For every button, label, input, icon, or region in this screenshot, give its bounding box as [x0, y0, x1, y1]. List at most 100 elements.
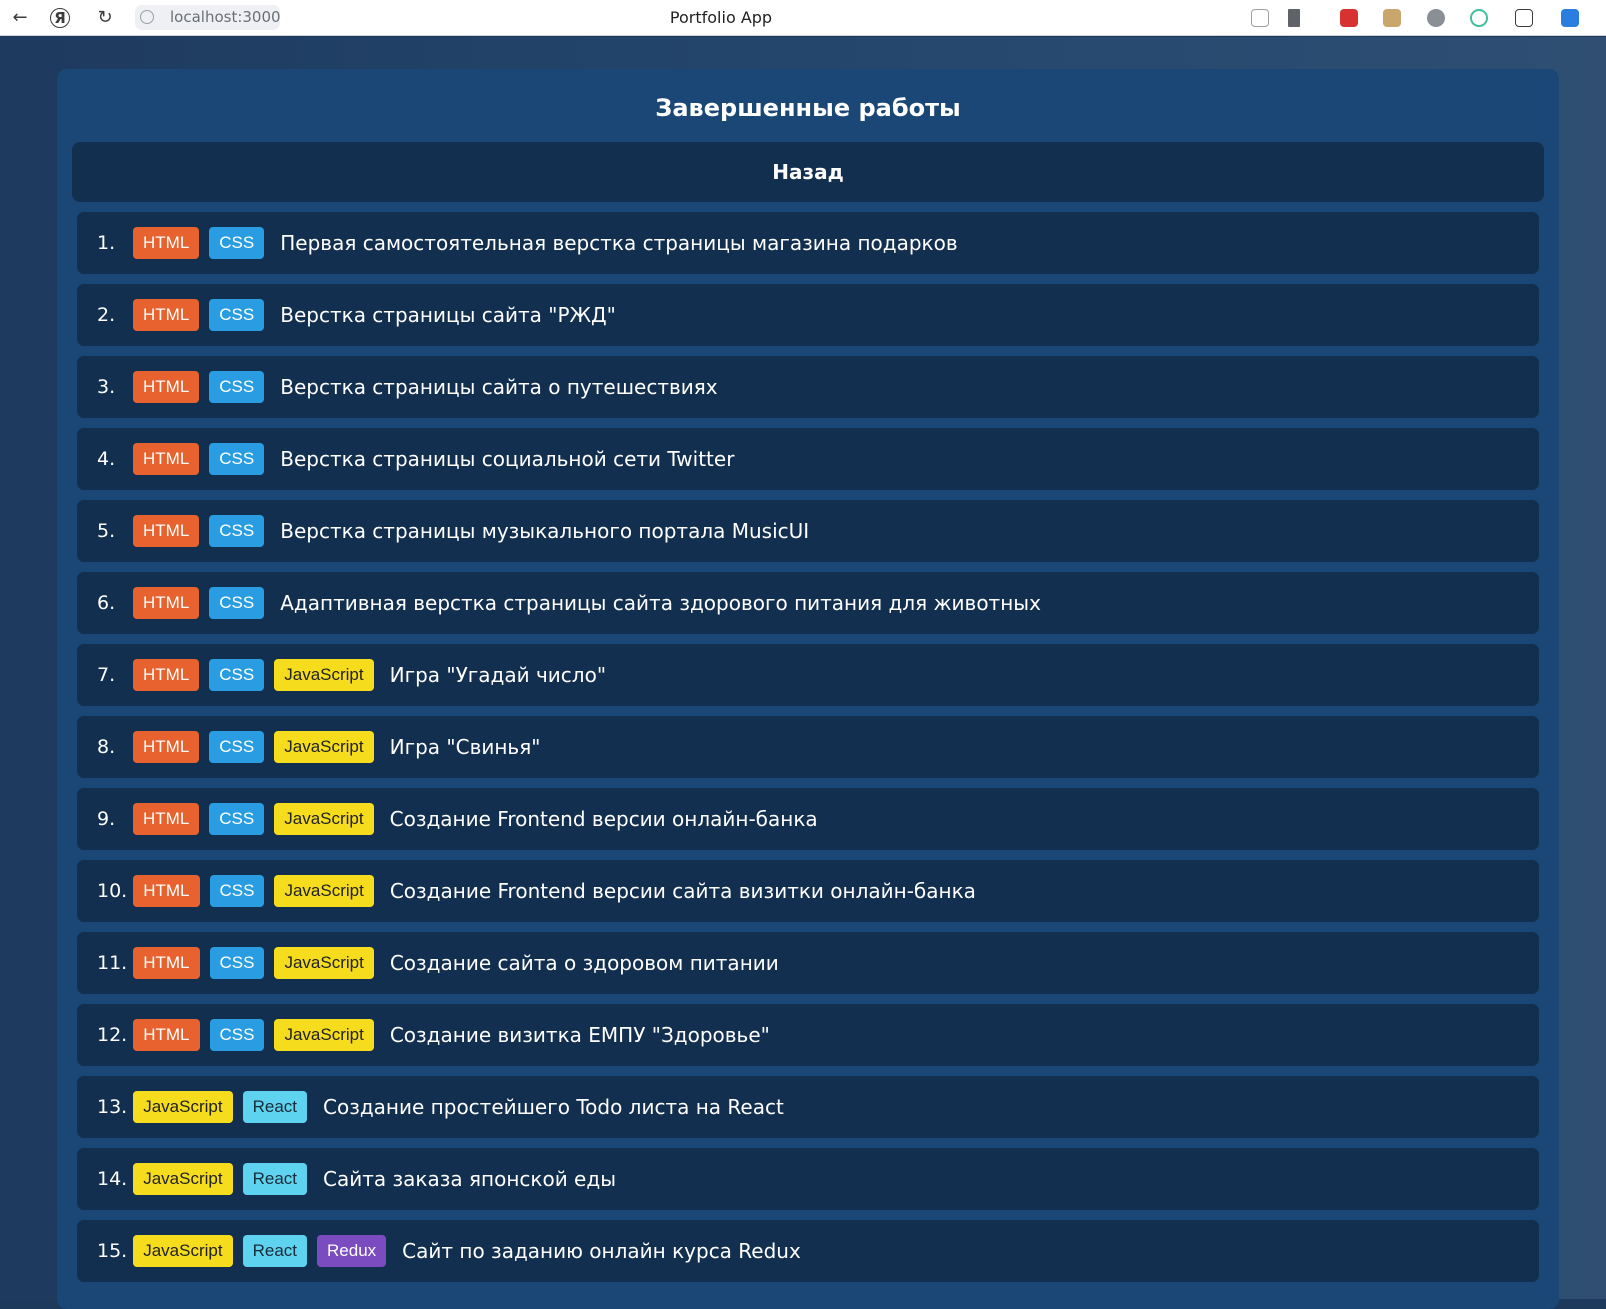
item-title: Создание простейшего Todo листа на React — [323, 1095, 784, 1119]
tech-tag-css: CSS — [209, 947, 265, 979]
work-item[interactable]: 12. HTML CSS JavaScript Создание визитка ЕМП… — [77, 1004, 1539, 1066]
tech-tag-html: HTML — [133, 515, 200, 547]
item-number: 4. — [97, 448, 116, 470]
globe-icon[interactable] — [1427, 9, 1445, 27]
tech-tag-css: CSS — [209, 227, 265, 259]
tech-tag-css: CSS — [209, 1019, 265, 1051]
extension-circle-icon[interactable] — [1470, 9, 1488, 27]
tech-tag-react: React — [242, 1235, 308, 1267]
tech-tag-css: CSS — [209, 371, 265, 403]
tech-tag-css: CSS — [209, 299, 265, 331]
browser-toolbar: ← Я ↻ localhost:3000 Portfolio App — [0, 0, 1606, 36]
tech-tag-html: HTML — [133, 875, 200, 907]
work-item[interactable]: 2. HTML CSS Верстка страницы сайта "РЖД" — [77, 284, 1539, 346]
tech-tag-javascript: JavaScript — [133, 1163, 233, 1195]
work-item[interactable]: 11. HTML CSS JavaScript Создание сайта о здо… — [77, 932, 1539, 994]
tech-tags: HTML CSS — [133, 299, 274, 331]
tech-tag-css: CSS — [209, 659, 265, 691]
item-number: 12. — [97, 1024, 128, 1046]
work-item[interactable]: 4. HTML CSS Верстка страницы социальной сет… — [77, 428, 1539, 490]
item-title: Верстка страницы сайта "РЖД" — [280, 303, 616, 327]
works-list: 1. HTML CSS Первая самостоятельная верстка … — [77, 212, 1539, 1292]
work-item[interactable]: 15. JavaScript React Redux Сайт по заданию о… — [77, 1220, 1539, 1282]
tech-tags: HTML CSS — [133, 587, 274, 619]
tech-tag-html: HTML — [133, 659, 200, 691]
work-item[interactable]: 13. JavaScript React Создание простейшего T… — [77, 1076, 1539, 1138]
item-number: 8. — [97, 736, 116, 758]
item-title: Создание Frontend версии онлайн-банка — [389, 807, 818, 831]
item-number: 13. — [97, 1096, 128, 1118]
tech-tag-html: HTML — [133, 731, 200, 763]
work-item[interactable]: 5. HTML CSS Верстка страницы музыкального п… — [77, 500, 1539, 562]
collections-icon[interactable] — [1515, 9, 1533, 27]
tech-tag-html: HTML — [133, 443, 200, 475]
item-title: Создание визитка ЕМПУ "Здоровье" — [389, 1023, 770, 1047]
work-item[interactable]: 3. HTML CSS Верстка страницы сайта о путеше… — [77, 356, 1539, 418]
item-number: 5. — [97, 520, 116, 542]
work-item[interactable]: 6. HTML CSS Адаптивная верстка страницы сай… — [77, 572, 1539, 634]
item-number: 14. — [97, 1168, 128, 1190]
tech-tag-javascript: JavaScript — [274, 947, 374, 979]
item-title: Создание Frontend версии сайта визитки о… — [389, 879, 976, 903]
tech-tags: HTML CSS JavaScript — [133, 875, 384, 907]
share-icon[interactable] — [1251, 9, 1269, 27]
item-title: Игра "Свинья" — [389, 735, 541, 759]
work-item[interactable]: 1. HTML CSS Первая самостоятельная верстка … — [77, 212, 1539, 274]
extension-image-icon[interactable] — [1383, 9, 1401, 27]
tech-tag-html: HTML — [133, 1019, 200, 1051]
item-number: 3. — [97, 376, 116, 398]
item-title: Игра "Угадай число" — [389, 663, 607, 687]
item-number: 1. — [97, 232, 116, 254]
tech-tags: HTML CSS — [133, 443, 274, 475]
tech-tag-css: CSS — [209, 587, 265, 619]
tech-tag-html: HTML — [133, 299, 200, 331]
tech-tag-javascript: JavaScript — [274, 1019, 374, 1051]
tech-tag-css: CSS — [209, 803, 265, 835]
work-item[interactable]: 10. HTML CSS JavaScript Создание Frontend ве… — [77, 860, 1539, 922]
work-item[interactable]: 7. HTML CSS JavaScript Игра "Угадай число" — [77, 644, 1539, 706]
tech-tags: HTML CSS JavaScript — [133, 803, 384, 835]
item-title: Адаптивная верстка страницы сайта здоров… — [280, 591, 1041, 615]
item-number: 2. — [97, 304, 116, 326]
tech-tags: HTML CSS JavaScript — [133, 731, 384, 763]
item-title: Верстка страницы социальной сети Twitter — [280, 447, 735, 471]
tech-tag-css: CSS — [209, 443, 265, 475]
work-item[interactable]: 8. HTML CSS JavaScript Игра "Свинья" — [77, 716, 1539, 778]
item-number: 7. — [97, 664, 116, 686]
work-item[interactable]: 9. HTML CSS JavaScript Создание Frontend вер… — [77, 788, 1539, 850]
bookmark-icon[interactable] — [1288, 9, 1300, 27]
item-title: Создание сайта о здоровом питании — [389, 951, 779, 975]
tech-tag-javascript: JavaScript — [133, 1235, 233, 1267]
tech-tags: HTML CSS — [133, 227, 274, 259]
work-item[interactable]: 14. JavaScript React Сайта заказа японской … — [77, 1148, 1539, 1210]
tech-tags: HTML CSS — [133, 371, 274, 403]
tech-tags: JavaScript React — [133, 1163, 317, 1195]
tech-tag-javascript: JavaScript — [274, 659, 374, 691]
tech-tag-javascript: JavaScript — [133, 1091, 233, 1123]
tech-tag-css: CSS — [209, 875, 265, 907]
tech-tag-javascript: JavaScript — [274, 803, 374, 835]
tech-tag-javascript: JavaScript — [274, 731, 374, 763]
item-title: Верстка страницы сайта о путешествиях — [280, 375, 718, 399]
tech-tag-css: CSS — [209, 731, 265, 763]
tech-tag-react: React — [242, 1091, 308, 1123]
profile-icon[interactable] — [1561, 9, 1579, 27]
tech-tags: JavaScript React Redux — [133, 1235, 396, 1267]
item-number: 15. — [97, 1240, 128, 1262]
tab-title: Portfolio App — [669, 8, 773, 27]
tech-tags: HTML CSS JavaScript — [133, 659, 384, 691]
tech-tags: HTML CSS JavaScript — [133, 1019, 384, 1051]
item-title: Верстка страницы музыкального портала Mu… — [280, 519, 810, 543]
tech-tag-html: HTML — [133, 371, 200, 403]
page-title: Завершенные работы — [655, 94, 961, 122]
extension-red-icon[interactable] — [1340, 9, 1358, 27]
tech-tag-react: React — [242, 1163, 308, 1195]
item-title: Первая самостоятельная верстка страницы … — [280, 231, 958, 255]
tech-tags: JavaScript React — [133, 1091, 317, 1123]
tech-tags: HTML CSS — [133, 515, 274, 547]
back-button[interactable]: Назад — [72, 142, 1544, 202]
item-title: Сайт по заданию онлайн курса Redux — [402, 1239, 801, 1263]
tech-tag-redux: Redux — [317, 1235, 387, 1267]
item-number: 9. — [97, 808, 116, 830]
item-number: 6. — [97, 592, 116, 614]
